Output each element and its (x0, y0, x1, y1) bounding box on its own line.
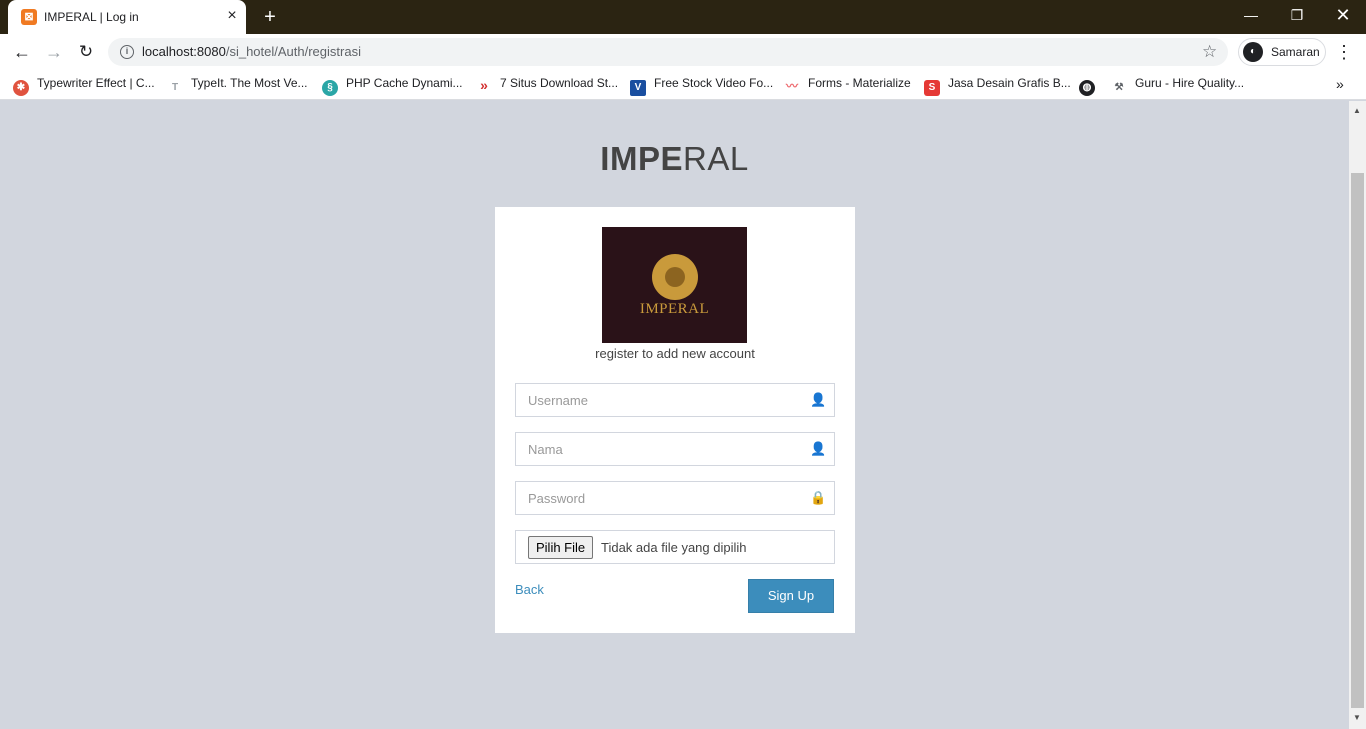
url-host: localhost:8080 (142, 44, 226, 59)
brand-light: RAL (682, 140, 749, 177)
lock-icon: 🔒 (810, 490, 827, 505)
bookmark-label: 7 Situs Download St... (500, 76, 619, 90)
browser-toolbar: ← → ↻ i localhost:8080/si_hotel/Auth/reg… (0, 34, 1366, 70)
logo-text: IMPERAL (639, 301, 710, 317)
brand-heading: IMPERAL (0, 140, 1349, 178)
scroll-up-arrow-icon[interactable]: ▲ (1353, 106, 1361, 115)
bookmark-label: Forms - Materialize (808, 76, 911, 90)
nama-field: 👤 (515, 432, 835, 466)
brand-bold: IMPE (600, 140, 683, 177)
bookmark-label: Guru - Hire Quality... (1135, 76, 1245, 90)
username-field: 👤 (515, 383, 835, 417)
materialize-icon: 〰 (785, 79, 798, 93)
more-bookmarks-icon[interactable]: » (1336, 76, 1344, 92)
forward-arrow-icon[interactable]: → (41, 39, 67, 65)
minimize-icon[interactable]: — (1228, 0, 1274, 30)
scroll-thumb[interactable] (1351, 173, 1364, 708)
bookmark-item[interactable]: T TypeIt. The Most Ve... (167, 76, 308, 94)
xampp-icon: ⊠ (21, 9, 37, 25)
php-icon: § (322, 80, 338, 96)
bookmark-label: Typewriter Effect | C... (37, 76, 155, 90)
sign-up-button[interactable]: Sign Up (748, 579, 834, 613)
user-icon: 👤 (810, 441, 827, 456)
user-icon: 👤 (810, 392, 827, 407)
typeit-icon: T (171, 82, 179, 93)
nama-input[interactable] (516, 433, 806, 465)
bookmark-item[interactable]: » 7 Situs Download St... (476, 76, 618, 94)
register-message: register to add new account (595, 346, 755, 361)
bookmark-item[interactable]: ✱ Typewriter Effect | C... (13, 76, 155, 96)
password-input[interactable] (516, 482, 806, 514)
guru-icon: ⚒ (1114, 82, 1124, 93)
window-close-icon[interactable]: ✕ (1320, 0, 1366, 30)
profile-label: Samaran (1271, 45, 1320, 59)
password-field: 🔒 (515, 481, 835, 515)
sribu-icon: S (924, 80, 940, 96)
bookmark-star-icon[interactable]: ☆ (1202, 42, 1217, 62)
page-scrollbar[interactable]: ▲ ▼ (1349, 101, 1366, 729)
incognito-profile-button[interactable]: ◐ Samaran (1238, 38, 1326, 66)
browser-menu-icon[interactable]: ⋮ (1334, 39, 1354, 65)
videvo-icon: V (630, 80, 646, 96)
close-tab-icon[interactable]: × (224, 8, 240, 24)
url-text[interactable]: localhost:8080/si_hotel/Auth/registrasi (142, 44, 361, 59)
choose-file-button[interactable]: Pilih File (528, 536, 594, 559)
username-input[interactable] (516, 384, 806, 416)
bookmark-item[interactable]: ◍ (1079, 76, 1103, 96)
chevron-red-icon: » (480, 77, 488, 93)
info-icon[interactable]: i (120, 45, 134, 59)
back-link[interactable]: Back (515, 582, 544, 597)
bookmark-item[interactable]: V Free Stock Video Fo... (630, 76, 774, 96)
bookmark-label: PHP Cache Dynami... (346, 76, 463, 90)
file-field: Pilih File Tidak ada file yang dipilih (515, 530, 835, 564)
bookmark-item[interactable]: § PHP Cache Dynami... (322, 76, 463, 96)
bookmark-item[interactable]: 〰 Forms - Materialize (784, 76, 911, 94)
restore-icon[interactable]: ❐ (1274, 0, 1320, 30)
address-bar[interactable]: i localhost:8080/si_hotel/Auth/registras… (108, 38, 1228, 66)
browser-titlebar: ⊠ IMPERAL | Log in × + — ❐ ✕ (0, 0, 1366, 34)
bookmark-label: Free Stock Video Fo... (654, 76, 774, 90)
browser-tab[interactable]: ⊠ IMPERAL | Log in × (8, 0, 246, 34)
imperal-logo: IMPERAL (602, 227, 747, 343)
tab-title: IMPERAL | Log in (44, 10, 139, 24)
bookmark-label: Jasa Desain Grafis B... (948, 76, 1071, 90)
bookmark-item[interactable]: ⚒ Guru - Hire Quality... (1111, 76, 1245, 94)
register-box: IMPERAL register to add new account 👤 👤 … (495, 207, 855, 633)
bookmarks-bar: ✱ Typewriter Effect | C... T TypeIt. The M… (0, 70, 1366, 100)
bookmark-item[interactable]: S Jasa Desain Grafis B... (924, 76, 1071, 96)
globe-icon: ◍ (1079, 80, 1095, 96)
scroll-down-arrow-icon[interactable]: ▼ (1353, 713, 1361, 722)
reload-icon[interactable]: ↻ (73, 39, 99, 65)
back-arrow-icon[interactable]: ← (9, 39, 35, 65)
incognito-icon: ◐ (1243, 42, 1263, 62)
codepen-icon: ✱ (13, 80, 29, 96)
bookmark-label: TypeIt. The Most Ve... (191, 76, 308, 90)
new-tab-icon[interactable]: + (260, 7, 280, 27)
file-status-text: Tidak ada file yang dipilih (601, 540, 747, 555)
crown-emblem-icon (652, 254, 698, 300)
url-path: /si_hotel/Auth/registrasi (225, 44, 361, 59)
